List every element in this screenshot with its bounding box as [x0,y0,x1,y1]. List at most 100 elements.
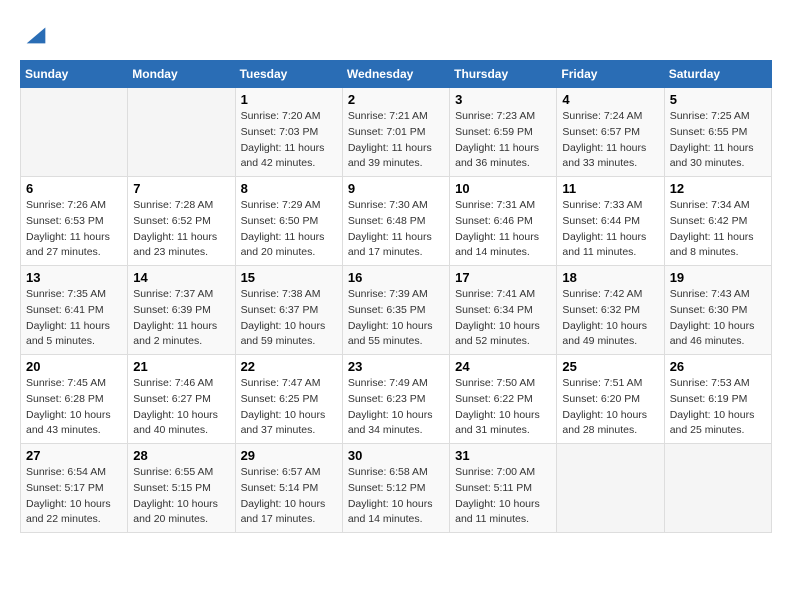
day-info: Sunrise: 7:53 AMSunset: 6:19 PMDaylight:… [670,376,766,439]
day-number: 18 [562,270,658,285]
calendar-week-row: 1 Sunrise: 7:20 AMSunset: 7:03 PMDaylight… [21,88,772,177]
calendar-week-row: 20 Sunrise: 7:45 AMSunset: 6:28 PMDayligh… [21,355,772,444]
day-number: 20 [26,359,122,374]
day-info: Sunrise: 7:46 AMSunset: 6:27 PMDaylight:… [133,376,229,439]
logo-icon [22,20,50,48]
day-info: Sunrise: 7:38 AMSunset: 6:37 PMDaylight:… [241,287,337,350]
day-number: 5 [670,92,766,107]
calendar-cell: 13Sunrise: 7:35 AMSunset: 6:41 PMDayligh… [21,266,128,355]
calendar-cell: 7 Sunrise: 7:28 AMSunset: 6:52 PMDaylight… [128,177,235,266]
weekday-header: Sunday [21,61,128,88]
day-info: Sunrise: 7:21 AMSunset: 7:01 PMDaylight:… [348,109,444,172]
calendar-cell [557,444,664,533]
calendar-cell: 31 Sunrise: 7:00 AMSunset: 5:11 PMDayligh… [450,444,557,533]
calendar-header: SundayMondayTuesdayWednesdayThursdayFrid… [21,61,772,88]
calendar-cell: 8 Sunrise: 7:29 AMSunset: 6:50 PMDaylight… [235,177,342,266]
day-number: 19 [670,270,766,285]
calendar-body: 1 Sunrise: 7:20 AMSunset: 7:03 PMDaylight… [21,88,772,533]
day-number: 3 [455,92,551,107]
calendar-cell: 1 Sunrise: 7:20 AMSunset: 7:03 PMDaylight… [235,88,342,177]
day-info: Sunrise: 7:34 AMSunset: 6:42 PMDaylight:… [670,198,766,261]
day-info: Sunrise: 7:45 AMSunset: 6:28 PMDaylight:… [26,376,122,439]
day-info: Sunrise: 7:42 AMSunset: 6:32 PMDaylight:… [562,287,658,350]
day-info: Sunrise: 7:28 AMSunset: 6:52 PMDaylight:… [133,198,229,261]
day-number: 1 [241,92,337,107]
calendar-cell: 15 Sunrise: 7:38 AMSunset: 6:37 PMDayligh… [235,266,342,355]
day-number: 15 [241,270,337,285]
calendar-cell: 27Sunrise: 6:54 AMSunset: 5:17 PMDayligh… [21,444,128,533]
calendar-cell [128,88,235,177]
logo [20,20,50,44]
calendar-cell: 16Sunrise: 7:39 AMSunset: 6:35 PMDayligh… [342,266,449,355]
day-number: 7 [133,181,229,196]
day-number: 6 [26,181,122,196]
day-info: Sunrise: 6:58 AMSunset: 5:12 PMDaylight:… [348,465,444,528]
weekday-header: Friday [557,61,664,88]
calendar-cell: 2Sunrise: 7:21 AMSunset: 7:01 PMDaylight… [342,88,449,177]
day-info: Sunrise: 7:25 AMSunset: 6:55 PMDaylight:… [670,109,766,172]
day-number: 24 [455,359,551,374]
calendar-cell: 17 Sunrise: 7:41 AMSunset: 6:34 PMDayligh… [450,266,557,355]
calendar-cell: 30Sunrise: 6:58 AMSunset: 5:12 PMDayligh… [342,444,449,533]
day-info: Sunrise: 7:33 AMSunset: 6:44 PMDaylight:… [562,198,658,261]
calendar-cell: 11Sunrise: 7:33 AMSunset: 6:44 PMDayligh… [557,177,664,266]
day-number: 26 [670,359,766,374]
calendar-cell: 24 Sunrise: 7:50 AMSunset: 6:22 PMDayligh… [450,355,557,444]
day-info: Sunrise: 7:00 AMSunset: 5:11 PMDaylight:… [455,465,551,528]
day-info: Sunrise: 7:20 AMSunset: 7:03 PMDaylight:… [241,109,337,172]
calendar-cell: 29 Sunrise: 6:57 AMSunset: 5:14 PMDayligh… [235,444,342,533]
day-info: Sunrise: 7:43 AMSunset: 6:30 PMDaylight:… [670,287,766,350]
day-info: Sunrise: 7:49 AMSunset: 6:23 PMDaylight:… [348,376,444,439]
day-number: 16 [348,270,444,285]
calendar-cell: 14Sunrise: 7:37 AMSunset: 6:39 PMDayligh… [128,266,235,355]
weekday-header: Tuesday [235,61,342,88]
calendar-cell: 5 Sunrise: 7:25 AMSunset: 6:55 PMDaylight… [664,88,771,177]
calendar-week-row: 13Sunrise: 7:35 AMSunset: 6:41 PMDayligh… [21,266,772,355]
calendar-cell: 20 Sunrise: 7:45 AMSunset: 6:28 PMDayligh… [21,355,128,444]
day-info: Sunrise: 6:57 AMSunset: 5:14 PMDaylight:… [241,465,337,528]
calendar-cell: 6 Sunrise: 7:26 AMSunset: 6:53 PMDaylight… [21,177,128,266]
day-number: 4 [562,92,658,107]
calendar-cell: 21 Sunrise: 7:46 AMSunset: 6:27 PMDayligh… [128,355,235,444]
day-number: 22 [241,359,337,374]
logo-text [20,20,50,48]
day-number: 27 [26,448,122,463]
day-info: Sunrise: 7:24 AMSunset: 6:57 PMDaylight:… [562,109,658,172]
calendar-week-row: 27Sunrise: 6:54 AMSunset: 5:17 PMDayligh… [21,444,772,533]
calendar-cell: 10 Sunrise: 7:31 AMSunset: 6:46 PMDayligh… [450,177,557,266]
day-number: 10 [455,181,551,196]
day-info: Sunrise: 7:41 AMSunset: 6:34 PMDaylight:… [455,287,551,350]
day-number: 9 [348,181,444,196]
day-info: Sunrise: 7:29 AMSunset: 6:50 PMDaylight:… [241,198,337,261]
calendar-cell: 4 Sunrise: 7:24 AMSunset: 6:57 PMDaylight… [557,88,664,177]
day-number: 28 [133,448,229,463]
day-number: 13 [26,270,122,285]
day-info: Sunrise: 7:26 AMSunset: 6:53 PMDaylight:… [26,198,122,261]
day-number: 23 [348,359,444,374]
day-number: 25 [562,359,658,374]
day-info: Sunrise: 7:50 AMSunset: 6:22 PMDaylight:… [455,376,551,439]
calendar-week-row: 6 Sunrise: 7:26 AMSunset: 6:53 PMDaylight… [21,177,772,266]
day-info: Sunrise: 7:47 AMSunset: 6:25 PMDaylight:… [241,376,337,439]
day-number: 29 [241,448,337,463]
calendar-cell: 18 Sunrise: 7:42 AMSunset: 6:32 PMDayligh… [557,266,664,355]
calendar-table: SundayMondayTuesdayWednesdayThursdayFrid… [20,60,772,533]
day-number: 12 [670,181,766,196]
calendar-cell: 23 Sunrise: 7:49 AMSunset: 6:23 PMDayligh… [342,355,449,444]
day-number: 21 [133,359,229,374]
calendar-cell [21,88,128,177]
calendar-cell: 3 Sunrise: 7:23 AMSunset: 6:59 PMDaylight… [450,88,557,177]
weekday-header: Thursday [450,61,557,88]
day-info: Sunrise: 7:23 AMSunset: 6:59 PMDaylight:… [455,109,551,172]
calendar-cell: 25Sunrise: 7:51 AMSunset: 6:20 PMDayligh… [557,355,664,444]
day-info: Sunrise: 7:31 AMSunset: 6:46 PMDaylight:… [455,198,551,261]
calendar-cell: 9 Sunrise: 7:30 AMSunset: 6:48 PMDaylight… [342,177,449,266]
day-number: 31 [455,448,551,463]
weekday-header: Monday [128,61,235,88]
day-number: 17 [455,270,551,285]
day-info: Sunrise: 7:37 AMSunset: 6:39 PMDaylight:… [133,287,229,350]
day-info: Sunrise: 7:30 AMSunset: 6:48 PMDaylight:… [348,198,444,261]
day-number: 8 [241,181,337,196]
weekday-header: Wednesday [342,61,449,88]
weekday-row: SundayMondayTuesdayWednesdayThursdayFrid… [21,61,772,88]
